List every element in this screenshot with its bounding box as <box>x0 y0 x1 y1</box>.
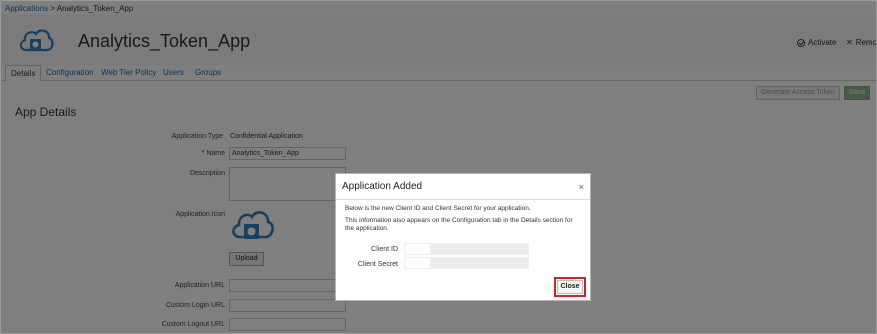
client-id-label: Client ID <box>371 246 398 253</box>
dialog-message: Below is the new Client ID and Client Se… <box>345 205 531 212</box>
dialog-header: Application Added × <box>336 174 590 200</box>
close-button[interactable]: Close <box>557 280 583 294</box>
client-secret-redacted <box>430 258 528 268</box>
close-button-highlight: Close <box>554 277 586 297</box>
dialog-title: Application Added <box>342 181 423 192</box>
client-secret-field[interactable] <box>404 257 529 269</box>
client-id-field[interactable] <box>404 243 529 255</box>
application-added-dialog: Application Added × Below is the new Cli… <box>335 173 591 301</box>
close-icon[interactable]: × <box>579 182 584 192</box>
app-window: Applications > Analytics_Token_App Analy… <box>0 0 877 334</box>
dialog-info: This information also appears on the Con… <box>345 217 573 232</box>
client-secret-label: Client Secret <box>357 261 398 268</box>
client-id-redacted <box>430 244 528 254</box>
